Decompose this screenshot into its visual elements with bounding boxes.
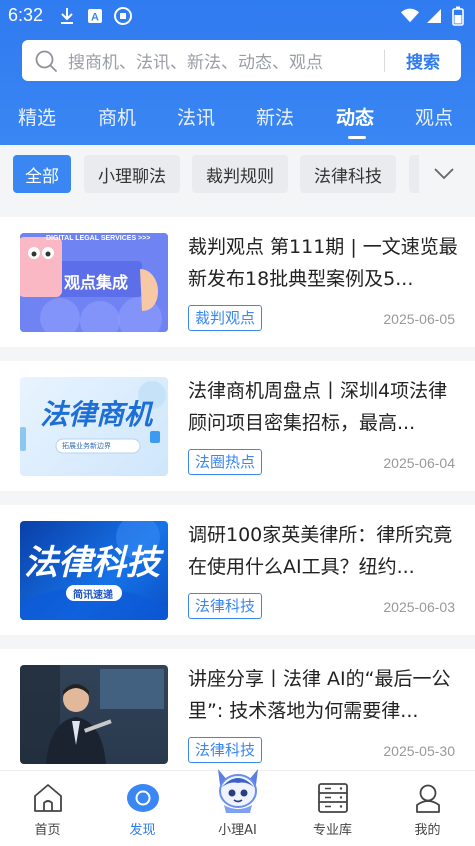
- article-title: 裁判观点 第111期 | 一文速览最新发布18批典型案例及5...: [188, 236, 458, 290]
- article-tag[interactable]: 法律科技: [188, 737, 263, 763]
- article-card[interactable]: 法律商机 拓展业务新边界 法律商机周盘点丨深圳4项法律顾问项目密集招标，最高..…: [0, 361, 475, 491]
- article-title: 讲座分享丨法律 AI的“最后一公里”: 技术落地为何需要律...: [188, 668, 451, 722]
- top-header: 6:32 A 搜商机、法讯、新法、动态、观点 搜索 精选 商机 法讯 新法 动态…: [0, 0, 475, 145]
- thumb-subtitle-text: 简讯速递: [73, 590, 113, 601]
- nav-ai-label: 小理AI: [218, 823, 257, 838]
- article-thumbnail: [20, 665, 168, 764]
- nav-discover[interactable]: 发现: [95, 771, 190, 846]
- nav-ai[interactable]: 小理AI: [190, 769, 285, 846]
- filter-chip-partial: [409, 155, 419, 193]
- article-title: 调研100家英美律所：律所究竟在使用什么AI工具？纽约...: [188, 524, 453, 578]
- tab-viewpoints[interactable]: 观点: [415, 103, 453, 130]
- search-bar[interactable]: 搜商机、法讯、新法、动态、观点 搜索: [22, 40, 461, 81]
- thumb-title-text: 法律商机: [40, 398, 153, 431]
- article-card[interactable]: 法律科技 简讯速递 调研100家英美律所：律所究竟在使用什么AI工具？纽约...…: [0, 505, 475, 635]
- signal-icon: [425, 7, 443, 25]
- home-icon: [34, 784, 62, 812]
- tab-updates[interactable]: 动态: [336, 103, 374, 130]
- shield-icon: [114, 7, 132, 25]
- download-icon: [58, 7, 76, 25]
- category-tabs: 精选 商机 法讯 新法 动态 观点: [0, 95, 475, 140]
- profile-icon: [416, 784, 440, 813]
- filter-chip-xiaoli-talks[interactable]: 小理聊法: [84, 155, 180, 193]
- article-tag[interactable]: 法律科技: [188, 593, 263, 619]
- status-icons-right: [401, 6, 467, 26]
- article-thumbnail: DIGITAL LEGAL SERVICES >>> 观点集成: [20, 233, 168, 332]
- chevron-down-icon: [434, 168, 454, 180]
- article-tag[interactable]: 法圈热点: [188, 449, 263, 475]
- thumb-banner-text: DIGITAL LEGAL SERVICES >>>: [46, 235, 151, 242]
- nav-home-label: 首页: [34, 823, 61, 838]
- article-thumbnail: 法律科技 简讯速递: [20, 521, 168, 620]
- tab-legal-news[interactable]: 法讯: [177, 103, 215, 130]
- status-bar: 6:32 A: [0, 0, 475, 34]
- nav-profile[interactable]: 我的: [380, 771, 475, 846]
- nav-discover-label: 发现: [129, 823, 156, 838]
- article-date: 2025-06-05: [383, 311, 455, 327]
- article-title: 法律商机周盘点丨深圳4项法律顾问项目密集招标，最高...: [188, 380, 448, 434]
- library-icon: [318, 783, 348, 813]
- nav-library[interactable]: 专业库: [285, 771, 380, 846]
- ai-mascot-icon: [218, 769, 258, 813]
- discover-icon: [127, 784, 159, 812]
- nav-home[interactable]: 首页: [0, 771, 95, 846]
- filter-chip-legal-tech[interactable]: 法律科技: [300, 155, 396, 193]
- article-date: 2025-06-04: [383, 455, 455, 471]
- article-date: 2025-06-03: [383, 599, 455, 615]
- battery-icon: [449, 6, 467, 26]
- status-icons-left: A: [58, 7, 132, 25]
- filter-expand-button[interactable]: [409, 155, 475, 193]
- thumb-subtitle-text: 拓展业务新边界: [62, 442, 111, 450]
- a-box-icon: A: [86, 7, 104, 25]
- tab-opportunities[interactable]: 商机: [98, 103, 136, 130]
- filter-chip-all[interactable]: 全部: [13, 155, 71, 193]
- article-thumbnail: 法律商机 拓展业务新边界: [20, 377, 168, 476]
- filter-chip-judgment-rules[interactable]: 裁判规则: [192, 155, 288, 193]
- search-button[interactable]: 搜索: [385, 48, 461, 73]
- wifi-icon: [401, 7, 419, 25]
- tab-new-laws[interactable]: 新法: [256, 103, 294, 130]
- thumb-title-text: 观点集成: [64, 273, 129, 292]
- article-tag[interactable]: 裁判观点: [188, 305, 263, 331]
- active-tab-indicator: [348, 136, 366, 139]
- article-date: 2025-05-30: [383, 743, 455, 759]
- thumb-title-text: 法律科技: [24, 543, 160, 583]
- search-icon: [35, 50, 57, 72]
- filter-bar: 全部 小理聊法 裁判规则 法律科技: [0, 145, 475, 205]
- nav-profile-label: 我的: [414, 823, 441, 838]
- nav-library-label: 专业库: [312, 823, 352, 838]
- bottom-navigation: 首页 发现 小理AI 专业库 我的: [0, 769, 475, 846]
- svg-text:A: A: [91, 12, 99, 24]
- article-card[interactable]: 讲座分享丨法律 AI的“最后一公里”: 技术落地为何需要律... 法律科技 20…: [0, 649, 475, 779]
- article-card[interactable]: DIGITAL LEGAL SERVICES >>> 观点集成 裁判观点 第11…: [0, 217, 475, 347]
- search-input[interactable]: 搜商机、法讯、新法、动态、观点: [68, 48, 384, 73]
- tab-featured[interactable]: 精选: [18, 103, 56, 130]
- status-time: 6:32: [8, 5, 44, 25]
